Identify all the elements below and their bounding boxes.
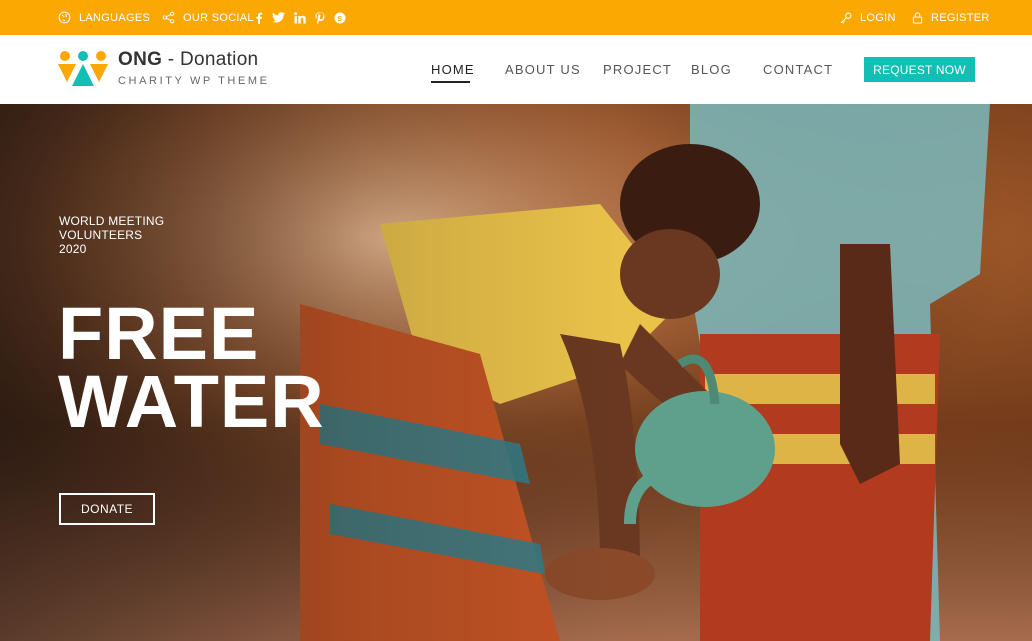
login-link[interactable]: LOGIN	[840, 0, 896, 35]
twitter-icon[interactable]	[272, 12, 285, 23]
nav-item-home[interactable]: HOME	[431, 62, 475, 77]
headline-line-1: FREE	[58, 292, 260, 375]
request-now-button[interactable]: REQUEST NOW	[864, 57, 975, 82]
brand-tagline: CHARITY WP THEME	[118, 75, 270, 87]
register-link[interactable]: REGISTER	[912, 0, 990, 35]
key-icon	[840, 12, 852, 24]
login-label: LOGIN	[860, 11, 896, 24]
nav-item-contact[interactable]: CONTACT	[763, 62, 833, 77]
nav-item-about-us[interactable]: ABOUT US	[505, 62, 581, 77]
hero-banner: WORLD MEETING VOLUNTEERS 2020 FREE WATER…	[0, 104, 1032, 641]
social-icons	[255, 0, 346, 35]
social-label: OUR SOCIAL	[183, 11, 254, 24]
skype-icon[interactable]	[334, 12, 346, 24]
kicker-line-3: 2020	[59, 242, 87, 256]
register-label: REGISTER	[931, 11, 990, 24]
brand-title: ONG - Donation	[118, 49, 258, 71]
top-bar: LANGUAGES OUR SOCIAL LOGIN REGISTER	[0, 0, 1032, 35]
nav-item-blog[interactable]: BLOG	[691, 62, 732, 77]
hero-headline: FREE WATER	[58, 292, 325, 443]
share-icon	[162, 11, 175, 24]
hero-kicker: WORLD MEETING VOLUNTEERS 2020	[59, 214, 164, 256]
facebook-icon[interactable]	[255, 12, 263, 24]
nav-item-project[interactable]: PROJECT	[603, 62, 672, 77]
lock-icon	[912, 11, 923, 24]
site-header: ONG - Donation CHARITY WP THEME HOME ABO…	[0, 35, 1032, 104]
globe-icon	[58, 11, 71, 24]
donate-button[interactable]: DONATE	[59, 493, 155, 525]
languages-link[interactable]: LANGUAGES	[58, 0, 150, 35]
languages-label: LANGUAGES	[79, 11, 151, 24]
brand-name-bold: ONG	[118, 49, 163, 70]
linkedin-icon[interactable]	[294, 11, 306, 24]
kicker-line-2: VOLUNTEERS	[59, 228, 143, 242]
brand-logo[interactable]	[58, 50, 108, 90]
kicker-line-1: WORLD MEETING	[59, 214, 165, 228]
headline-line-2: WATER	[58, 360, 325, 443]
our-social: OUR SOCIAL	[162, 0, 254, 35]
brand-name-rest: - Donation	[162, 49, 259, 70]
pinterest-icon[interactable]	[315, 11, 325, 24]
active-nav-underline	[431, 81, 470, 83]
